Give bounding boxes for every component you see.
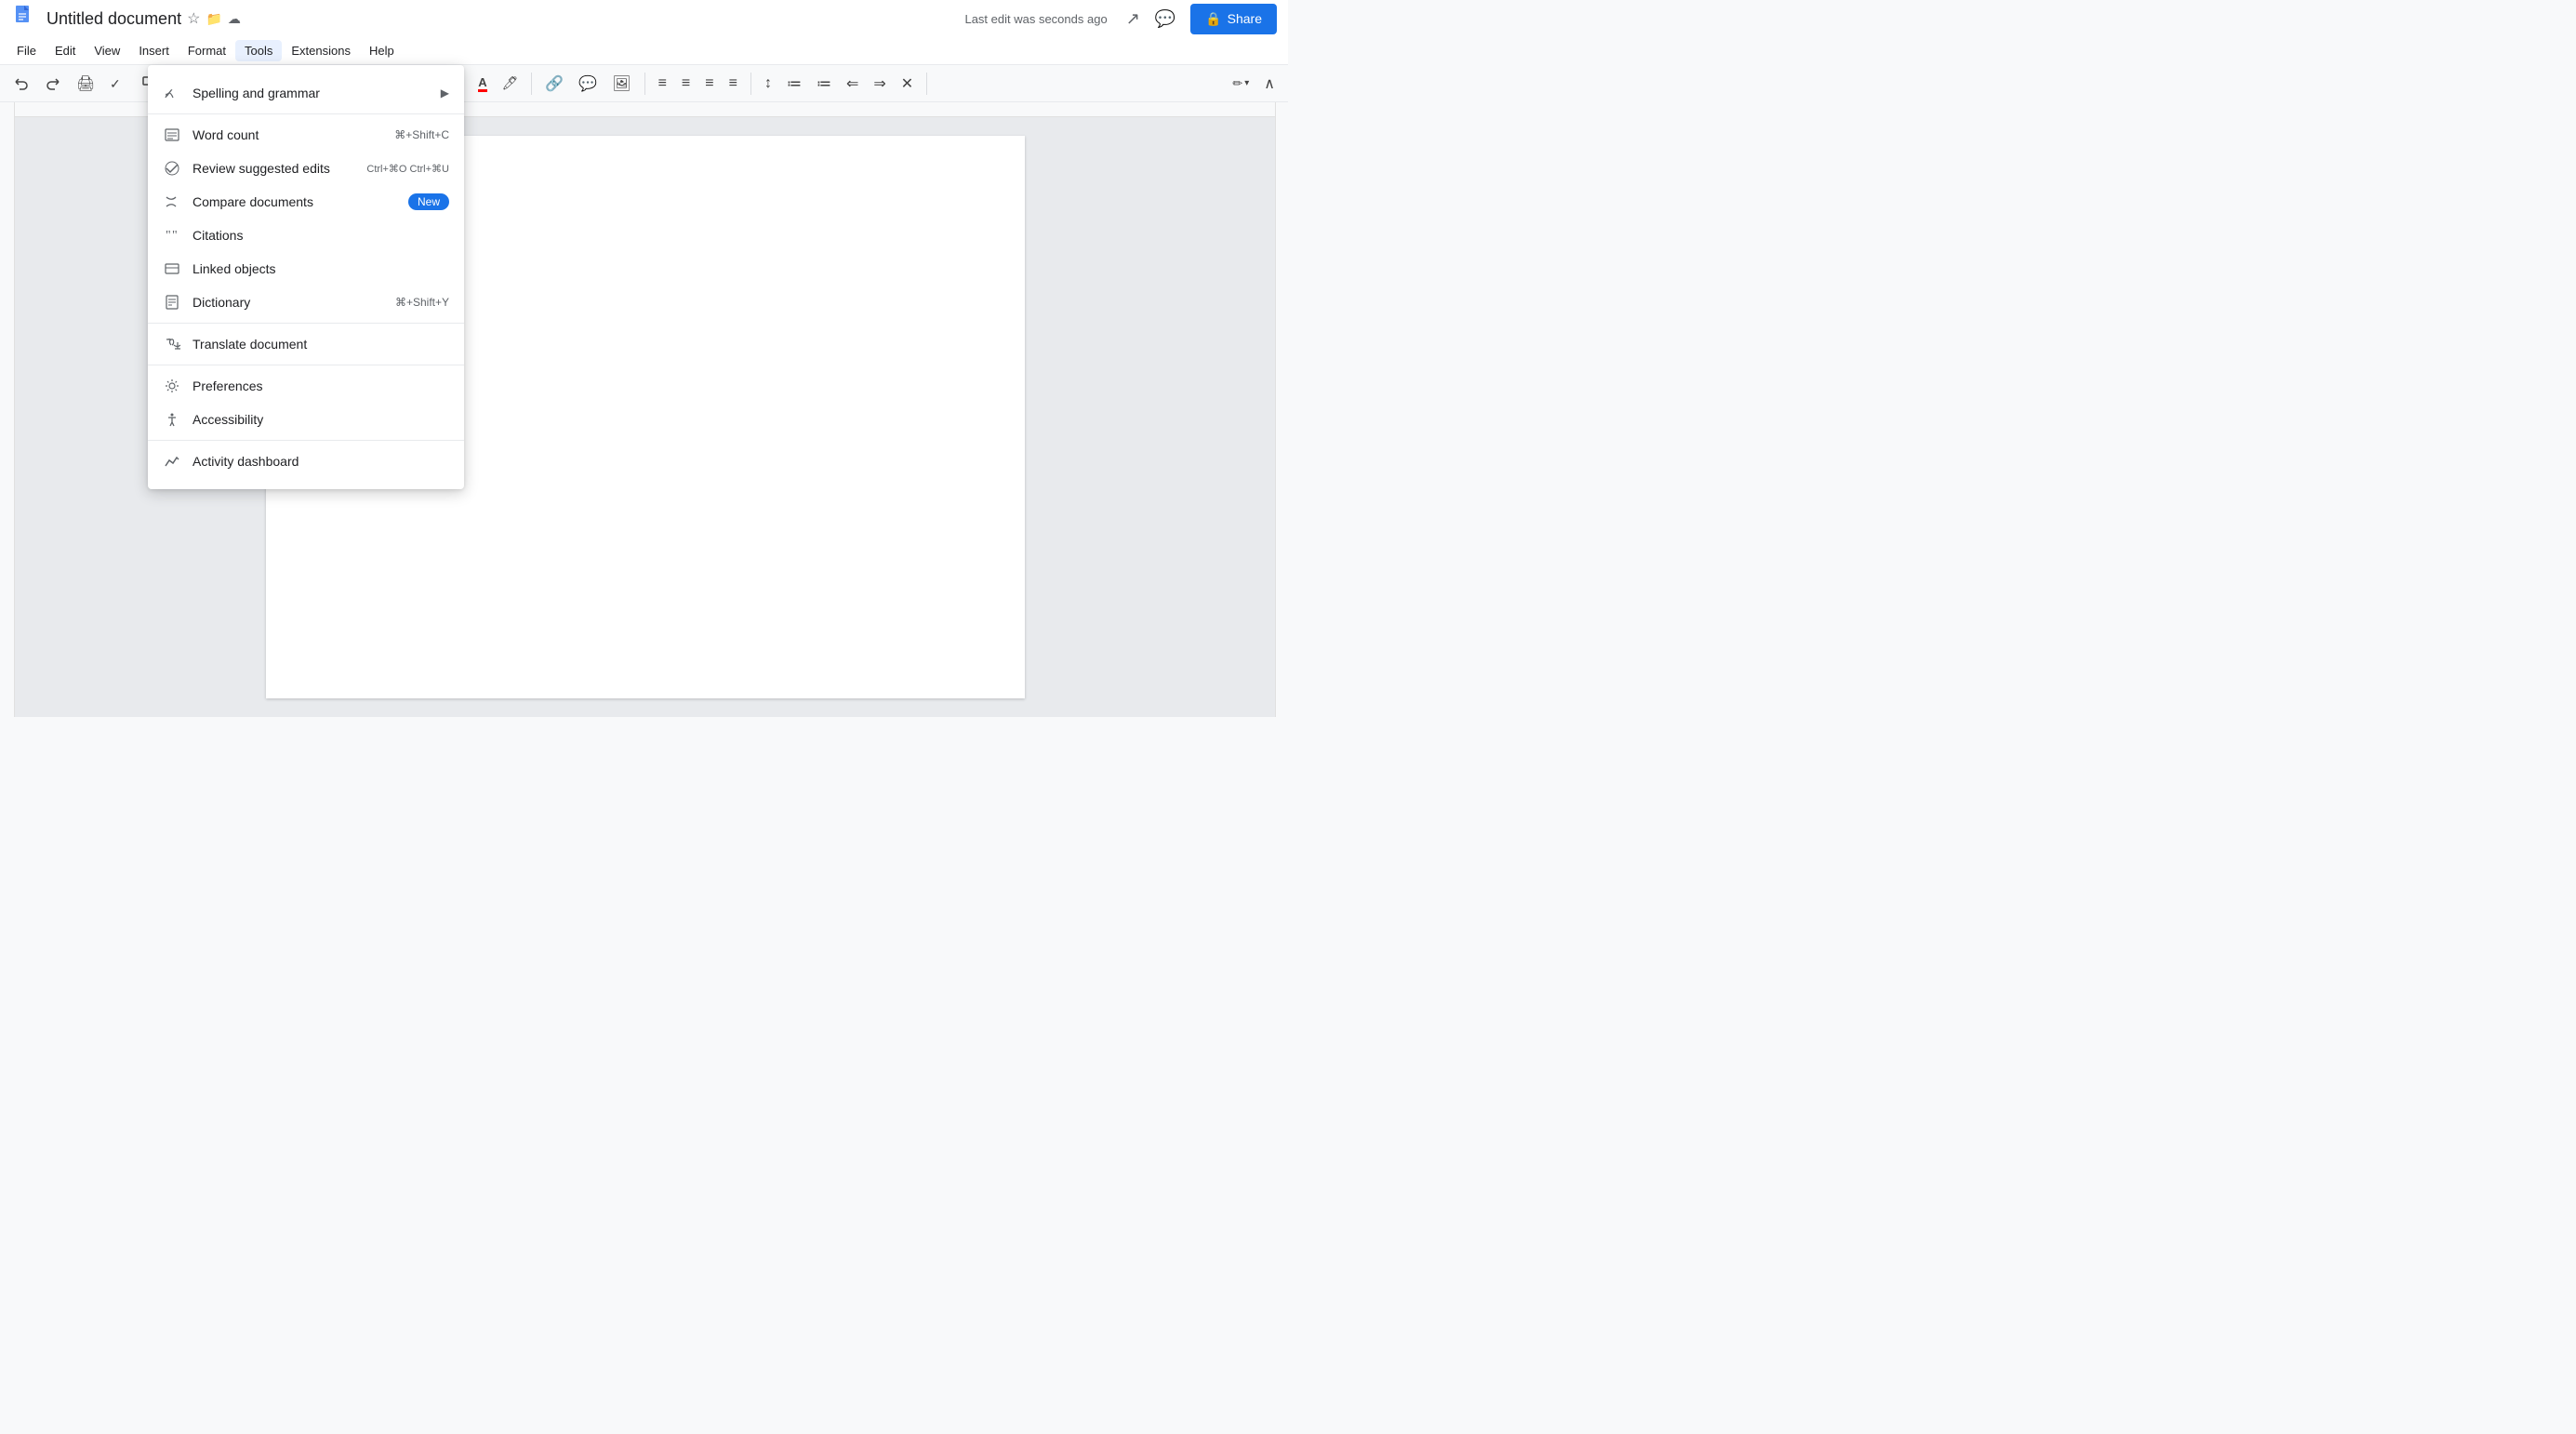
citations-label: Citations bbox=[193, 228, 449, 243]
menu-item-insert[interactable]: Insert bbox=[129, 40, 179, 61]
undo-button[interactable] bbox=[7, 72, 35, 96]
align-left-button[interactable]: ≡ bbox=[653, 72, 672, 96]
title-bar: Untitled document ☆ 📁 ☁ Last edit was se… bbox=[0, 0, 1288, 37]
word-count-label: Word count bbox=[193, 127, 383, 142]
compare-docs-label: Compare documents bbox=[193, 194, 397, 209]
title-action-icons: ☆ 📁 ☁ bbox=[187, 9, 241, 28]
spellcheck-icon: ✓ bbox=[163, 84, 181, 102]
numbered-list-button[interactable]: ≔ bbox=[811, 71, 837, 97]
menu-item-help[interactable]: Help bbox=[360, 40, 404, 61]
menu-spelling-grammar[interactable]: ✓ Spelling and grammar ▶ bbox=[148, 76, 464, 110]
menu-dictionary[interactable]: Dictionary ⌘+Shift+Y bbox=[148, 285, 464, 319]
app-icon bbox=[11, 4, 37, 34]
align-justify-button[interactable]: ≡ bbox=[724, 72, 743, 96]
menu-item-format[interactable]: Format bbox=[179, 40, 235, 61]
menu-review-edits[interactable]: Review suggested edits Ctrl+⌘O Ctrl+⌘U bbox=[148, 152, 464, 185]
menu-bar: File Edit View Insert Format Tools Exten… bbox=[0, 37, 1288, 65]
star-icon[interactable]: ☆ bbox=[187, 9, 200, 28]
menu-compare-docs[interactable]: Compare documents New bbox=[148, 185, 464, 219]
bullet-list-button[interactable]: ≔ bbox=[781, 71, 807, 97]
align-center-button[interactable]: ≡ bbox=[676, 72, 696, 96]
left-ruler bbox=[0, 102, 15, 717]
menu-linked-objects[interactable]: Linked objects bbox=[148, 252, 464, 285]
accessibility-icon bbox=[163, 410, 181, 429]
tools-section-1: ✓ Spelling and grammar ▶ bbox=[148, 73, 464, 114]
menu-item-edit[interactable]: Edit bbox=[46, 40, 85, 61]
separator-8 bbox=[750, 73, 751, 95]
spellcheck-button[interactable]: ✓ bbox=[104, 72, 132, 96]
preferences-icon bbox=[163, 377, 181, 395]
word-count-icon bbox=[163, 126, 181, 144]
separator-9 bbox=[926, 73, 927, 95]
translate-icon bbox=[163, 335, 181, 353]
citations-icon: "" bbox=[163, 226, 181, 245]
menu-citations[interactable]: "" Citations bbox=[148, 219, 464, 252]
spelling-grammar-label: Spelling and grammar bbox=[193, 86, 430, 100]
svg-text:✓: ✓ bbox=[110, 76, 121, 91]
align-right-button[interactable]: ≡ bbox=[699, 72, 719, 96]
color-button[interactable]: A bbox=[472, 72, 492, 96]
review-edits-shortcut: Ctrl+⌘O Ctrl+⌘U bbox=[366, 163, 449, 175]
menu-activity-dashboard[interactable]: Activity dashboard bbox=[148, 445, 464, 478]
separator-7 bbox=[644, 73, 645, 95]
menu-translate[interactable]: Translate document bbox=[148, 327, 464, 361]
doc-title[interactable]: Untitled document bbox=[46, 9, 181, 29]
cloud-icon[interactable]: ☁ bbox=[228, 11, 241, 27]
menu-item-view[interactable]: View bbox=[85, 40, 129, 61]
review-icon bbox=[163, 159, 181, 178]
linked-objects-label: Linked objects bbox=[193, 261, 449, 276]
spelling-arrow: ▶ bbox=[441, 86, 449, 100]
review-edits-label: Review suggested edits bbox=[193, 161, 355, 176]
image-button[interactable]: 🖼 bbox=[606, 71, 636, 97]
preferences-label: Preferences bbox=[193, 378, 449, 393]
svg-text:": " bbox=[172, 229, 178, 243]
translate-label: Translate document bbox=[193, 337, 449, 352]
comment-icon[interactable]: 💬 bbox=[1151, 6, 1179, 33]
activity-icon bbox=[163, 452, 181, 471]
tools-section-5: Activity dashboard bbox=[148, 441, 464, 482]
lock-icon: 🔒 bbox=[1205, 11, 1221, 27]
tools-section-4: Preferences Accessibility bbox=[148, 365, 464, 441]
highlight-button[interactable]: 🖊 bbox=[497, 72, 524, 95]
tools-section-3: Translate document bbox=[148, 324, 464, 365]
comment-add-button[interactable]: 💬 bbox=[573, 71, 603, 97]
svg-text:": " bbox=[166, 229, 171, 243]
dictionary-shortcut: ⌘+Shift+Y bbox=[395, 296, 449, 309]
menu-preferences[interactable]: Preferences bbox=[148, 369, 464, 403]
clear-formatting-button[interactable]: ✕ bbox=[896, 71, 919, 97]
editing-mode-button[interactable]: ✏ ▾ bbox=[1227, 73, 1255, 95]
share-button[interactable]: 🔒 Share bbox=[1190, 4, 1277, 34]
indent-increase-button[interactable]: ⇒ bbox=[868, 71, 891, 97]
right-scrollbar[interactable] bbox=[1275, 102, 1288, 717]
trending-icon[interactable]: ↗ bbox=[1122, 6, 1144, 33]
accessibility-label: Accessibility bbox=[193, 412, 449, 427]
compare-icon bbox=[163, 193, 181, 211]
menu-accessibility[interactable]: Accessibility bbox=[148, 403, 464, 436]
dictionary-icon bbox=[163, 293, 181, 312]
redo-button[interactable] bbox=[39, 72, 67, 96]
header-right-icons: ↗ 💬 bbox=[1122, 6, 1180, 33]
dictionary-label: Dictionary bbox=[193, 295, 384, 310]
activity-dashboard-label: Activity dashboard bbox=[193, 454, 449, 469]
word-count-shortcut: ⌘+Shift+C bbox=[394, 128, 449, 141]
expand-toolbar-button[interactable]: ∧ bbox=[1258, 71, 1281, 97]
indent-decrease-button[interactable]: ⇐ bbox=[841, 71, 864, 97]
link-button[interactable]: 🔗 bbox=[539, 71, 569, 97]
print-button[interactable]: 🖨 bbox=[71, 71, 100, 97]
tools-section-2: Word count ⌘+Shift+C Review suggested ed… bbox=[148, 114, 464, 324]
tools-dropdown-menu: ✓ Spelling and grammar ▶ Word count ⌘+Sh… bbox=[148, 65, 464, 489]
menu-item-file[interactable]: File bbox=[7, 40, 46, 61]
menu-item-extensions[interactable]: Extensions bbox=[282, 40, 360, 61]
last-edit-text: Last edit was seconds ago bbox=[964, 12, 1107, 26]
line-spacing-button[interactable]: ↕ bbox=[759, 72, 777, 96]
linked-objects-icon bbox=[163, 259, 181, 278]
menu-word-count[interactable]: Word count ⌘+Shift+C bbox=[148, 118, 464, 152]
new-badge: New bbox=[408, 193, 449, 210]
menu-item-tools[interactable]: Tools bbox=[235, 40, 282, 61]
folder-icon[interactable]: 📁 bbox=[206, 11, 221, 27]
separator-6 bbox=[531, 73, 532, 95]
share-label: Share bbox=[1228, 11, 1262, 26]
